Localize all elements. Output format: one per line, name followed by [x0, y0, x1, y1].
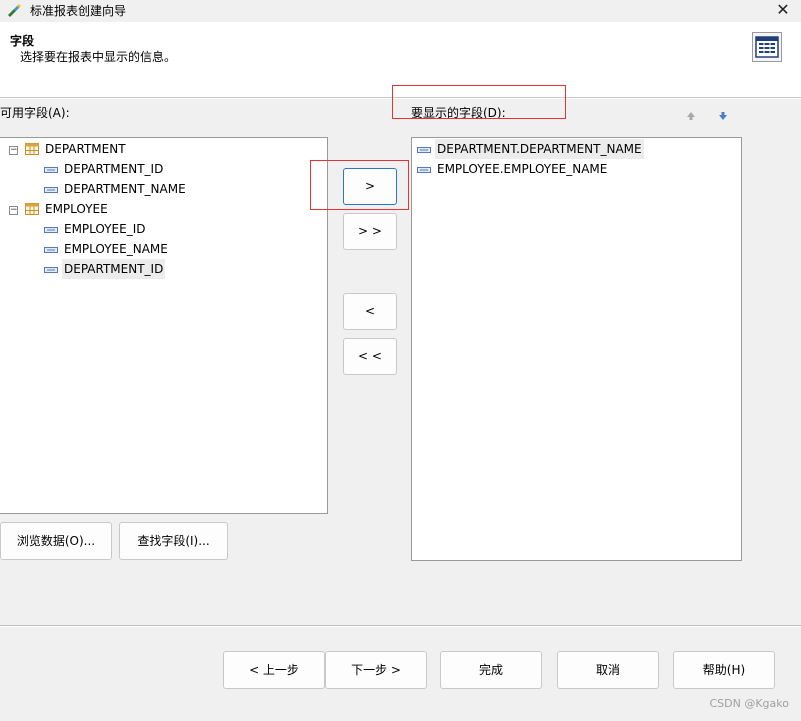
tree-field-department-name[interactable]: DEPARTMENT_NAME — [64, 179, 186, 199]
help-button[interactable]: 帮助(H) — [673, 651, 775, 689]
display-field-item[interactable]: DEPARTMENT.DEPARTMENT_NAME — [435, 139, 644, 159]
wizard-icon — [8, 4, 21, 17]
tree-node-department[interactable]: DEPARTMENT — [45, 139, 126, 159]
finish-button[interactable]: 完成 — [440, 651, 542, 689]
remove-field-button[interactable]: < — [343, 293, 397, 330]
footer-divider-highlight — [0, 626, 801, 627]
field-icon — [44, 247, 58, 253]
field-icon — [417, 147, 431, 153]
field-icon — [44, 187, 58, 193]
collapse-icon[interactable]: − — [9, 146, 18, 155]
annotation-box-display-label — [392, 85, 566, 119]
page-title: 字段 — [10, 34, 35, 48]
display-fields-list[interactable]: DEPARTMENT.DEPARTMENT_NAME EMPLOYEE.EMPL… — [411, 137, 742, 561]
report-icon — [752, 32, 782, 62]
window-title: 标准报表创建向导 — [30, 4, 127, 18]
move-down-icon[interactable] — [717, 110, 729, 122]
table-icon — [25, 143, 39, 155]
next-button[interactable]: 下一步 > — [325, 651, 427, 689]
title-bar: 标准报表创建向导 ✕ — [0, 0, 801, 22]
tree-node-employee[interactable]: EMPLOYEE — [45, 199, 108, 219]
field-icon — [44, 227, 58, 233]
tree-field-employee-id[interactable]: EMPLOYEE_ID — [64, 219, 146, 239]
watermark: CSDN @Kgako — [709, 697, 789, 710]
field-icon — [44, 267, 58, 273]
tree-field-employee-name[interactable]: EMPLOYEE_NAME — [64, 239, 168, 259]
remove-all-fields-button[interactable]: < < — [343, 338, 397, 375]
page-description: 选择要在报表中显示的信息。 — [20, 50, 177, 64]
back-button[interactable]: < 上一步 — [223, 651, 325, 689]
close-icon: ✕ — [776, 0, 790, 19]
tree-field-department-id[interactable]: DEPARTMENT_ID — [64, 159, 163, 179]
add-all-fields-button[interactable]: > > — [343, 213, 397, 250]
annotation-box-add-button — [310, 160, 409, 210]
tree-field-employee-department-id[interactable]: DEPARTMENT_ID — [62, 259, 166, 279]
field-icon — [417, 167, 431, 173]
cancel-button[interactable]: 取消 — [557, 651, 659, 689]
available-fields-label: 可用字段(A): — [0, 106, 70, 120]
find-field-button[interactable]: 查找字段(I)... — [119, 522, 228, 560]
collapse-icon[interactable]: − — [9, 206, 18, 215]
move-up-icon[interactable] — [685, 110, 697, 122]
available-fields-tree[interactable]: − DEPARTMENT DEPARTMENT_ID DEPARTMENT_NA… — [0, 137, 328, 514]
browse-data-button[interactable]: 浏览数据(O)... — [0, 522, 112, 560]
display-field-item[interactable]: EMPLOYEE.EMPLOYEE_NAME — [437, 159, 607, 179]
table-icon — [25, 203, 39, 215]
field-icon — [44, 167, 58, 173]
close-button[interactable]: ✕ — [771, 0, 795, 22]
